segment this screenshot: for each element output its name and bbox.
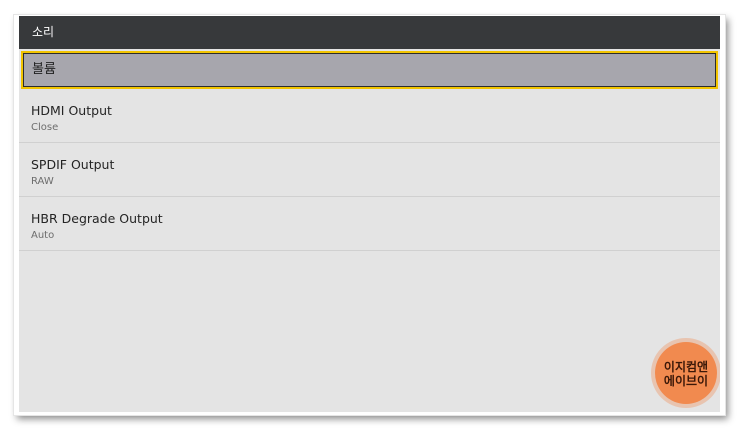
- hdmi-output-title: HDMI Output: [31, 103, 112, 118]
- sound-settings-screen: 소리 볼륨 HDMI Output Close SPDIF Output RAW…: [19, 16, 720, 412]
- spdif-output-setting[interactable]: SPDIF Output RAW: [19, 143, 720, 197]
- volume-label: 볼륨: [32, 62, 56, 77]
- watermark-line-2: 에이브이: [663, 374, 709, 388]
- brand-watermark: 이지컴앤 에이브이: [655, 342, 717, 404]
- hbr-degrade-output-value: Auto: [31, 230, 55, 241]
- watermark-line-1: 이지컴앤: [663, 360, 709, 374]
- page-header: 소리: [19, 16, 720, 49]
- hbr-degrade-output-setting[interactable]: HBR Degrade Output Auto: [19, 197, 720, 251]
- hdmi-output-setting[interactable]: HDMI Output Close: [19, 89, 720, 143]
- page-title: 소리: [32, 25, 55, 39]
- volume-menu-item[interactable]: 볼륨: [21, 51, 718, 89]
- screenshot-frame: 소리 볼륨 HDMI Output Close SPDIF Output RAW…: [14, 15, 725, 415]
- spdif-output-title: SPDIF Output: [31, 157, 115, 172]
- spdif-output-value: RAW: [31, 176, 54, 187]
- hbr-degrade-output-title: HBR Degrade Output: [31, 211, 163, 226]
- hdmi-output-value: Close: [31, 122, 59, 133]
